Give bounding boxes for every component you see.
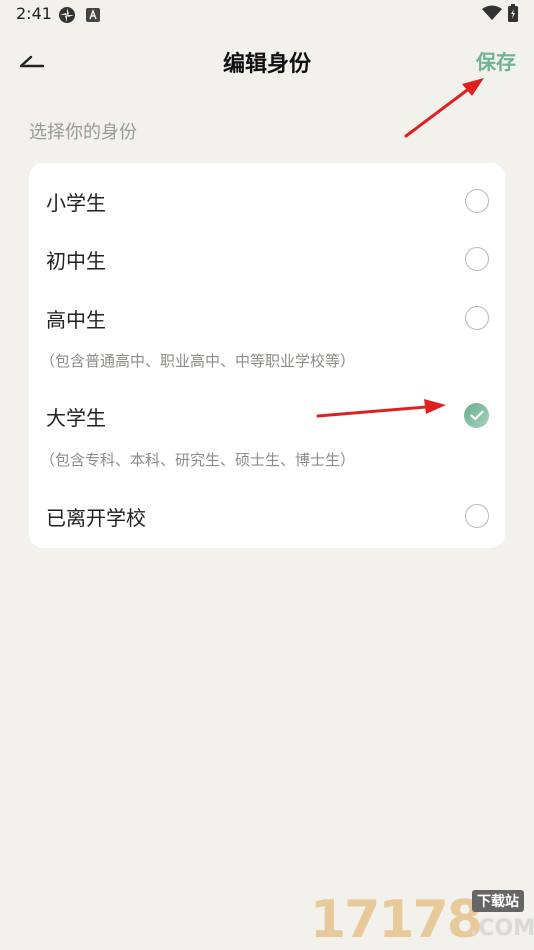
checkmark-icon bbox=[469, 410, 484, 421]
option-label: 初中生 bbox=[46, 249, 106, 273]
option-label: 已离开学校 bbox=[46, 506, 146, 530]
watermark-suffix: .COM bbox=[470, 916, 534, 941]
radio-unchecked-icon[interactable] bbox=[465, 189, 489, 213]
status-time: 2:41 bbox=[16, 4, 52, 23]
option-high-school[interactable]: 高中生 （包含普通高中、职业高中、中等职业学校等） bbox=[29, 293, 505, 378]
option-label: 高中生 bbox=[46, 308, 106, 332]
pinwheel-icon bbox=[58, 6, 76, 28]
watermark-badge: 下载站 bbox=[472, 890, 524, 912]
header: 编辑身份 保存 bbox=[0, 36, 534, 86]
option-university[interactable]: 大学生 （包含专科、本科、研究生、硕士生、博士生） bbox=[29, 391, 505, 476]
option-label: 小学生 bbox=[46, 191, 106, 215]
radio-unchecked-icon[interactable] bbox=[465, 504, 489, 528]
a-badge-icon bbox=[86, 7, 100, 26]
battery-charging-icon bbox=[508, 4, 518, 26]
option-note: （包含专科、本科、研究生、硕士生、博士生） bbox=[40, 451, 356, 469]
option-label: 大学生 bbox=[46, 406, 106, 430]
option-primary-school[interactable]: 小学生 bbox=[29, 177, 505, 227]
option-left-school[interactable]: 已离开学校 bbox=[29, 490, 505, 540]
option-note: （包含普通高中、职业高中、中等职业学校等） bbox=[40, 352, 356, 370]
save-button[interactable]: 保存 bbox=[476, 46, 516, 75]
watermark-logo: 17178 下载站 .COM bbox=[310, 888, 534, 950]
status-bar: 2:41 bbox=[0, 0, 534, 28]
identity-options-card: 小学生 初中生 高中生 （包含普通高中、职业高中、中等职业学校等） 大学生 （包… bbox=[29, 163, 505, 548]
option-middle-school[interactable]: 初中生 bbox=[29, 235, 505, 285]
radio-unchecked-icon[interactable] bbox=[465, 306, 489, 330]
page-title: 编辑身份 bbox=[222, 52, 311, 77]
radio-checked-icon[interactable] bbox=[464, 403, 489, 428]
wifi-icon bbox=[482, 5, 502, 25]
section-label: 选择你的身份 bbox=[29, 122, 137, 143]
radio-unchecked-icon[interactable] bbox=[465, 247, 489, 271]
watermark-number: 17178 bbox=[310, 890, 483, 950]
